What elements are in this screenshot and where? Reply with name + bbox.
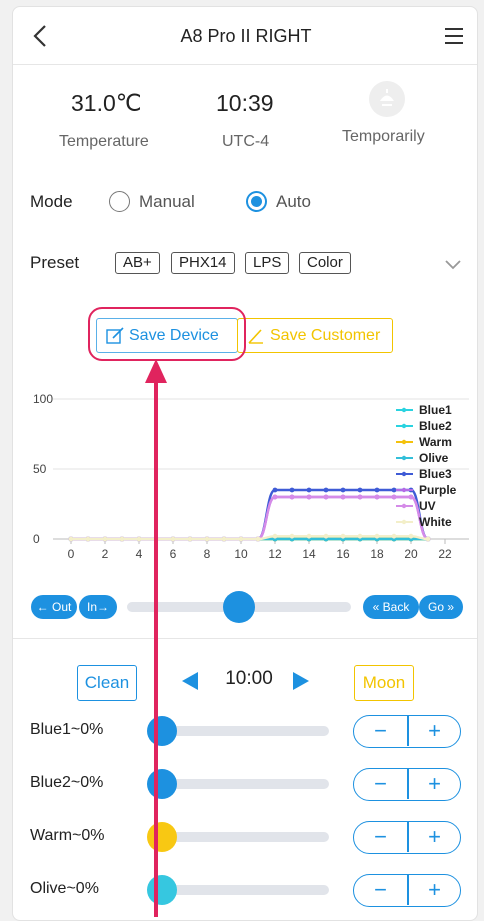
annotation-arrow-icon xyxy=(145,359,167,917)
main-card: A8 Pro II RIGHT 31.0℃ Temperature 10:39 … xyxy=(12,6,478,921)
